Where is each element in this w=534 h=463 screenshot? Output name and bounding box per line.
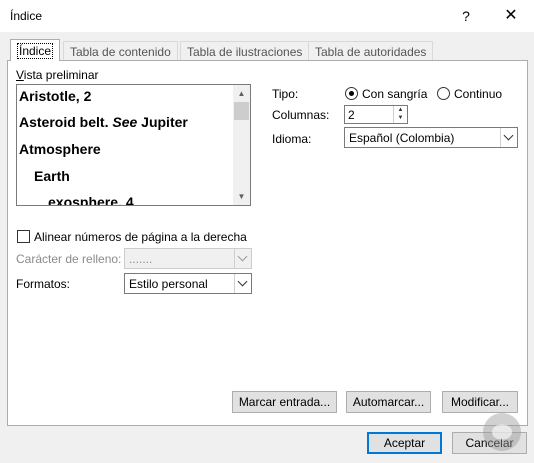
spin-up-icon[interactable]: ▲ (394, 106, 407, 114)
preview-entry-asteroid-text: Asteroid belt. (19, 114, 113, 130)
preview-label: Vista preliminar (16, 68, 99, 82)
preview-entry-asteroid-belt: Asteroid belt. See Jupiter (19, 114, 188, 130)
radio-continuo[interactable] (437, 87, 450, 100)
title-bar (0, 0, 534, 32)
preview-scrollbar[interactable]: ▲ ▼ (233, 85, 250, 205)
tab-tabla-de-ilustraciones[interactable]: Tabla de ilustraciones (180, 41, 310, 60)
chevron-down-icon (237, 276, 248, 287)
columnas-label: Columnas: (272, 108, 330, 122)
fill-char-label: Carácter de relleno: (16, 252, 122, 266)
preview-entry-exosphere: exosphere, 4 (48, 194, 134, 206)
preview-label-accel: V (16, 68, 24, 82)
fill-char-value: ....... (129, 252, 153, 266)
preview-entry-jupiter: Jupiter (137, 114, 188, 130)
tab-indice[interactable]: Índice (10, 39, 61, 61)
close-button[interactable]: ✕ (500, 6, 522, 26)
fill-char-dropdown-button[interactable] (234, 249, 251, 268)
align-page-numbers-label: Alinear números de página a la derecha (34, 230, 247, 244)
tab-indice-label: Índice (17, 43, 54, 59)
preview-entry-earth: Earth (34, 168, 70, 184)
columnas-value: 2 (348, 108, 355, 122)
scroll-up-arrow-icon[interactable]: ▲ (233, 85, 250, 102)
automark-button[interactable]: Automarcar... (346, 391, 431, 413)
scroll-down-arrow-icon[interactable]: ▼ (233, 188, 250, 205)
idioma-select[interactable]: Español (Colombia) (344, 127, 518, 148)
preview-entry-aristotle: Aristotle, 2 (19, 88, 92, 104)
preview-entry-see: See (112, 114, 138, 130)
radio-continuo-label: Continuo (454, 87, 503, 101)
radio-con-sangria-label: Con sangría (362, 87, 428, 101)
columnas-spinner[interactable]: 2 ▲ ▼ (344, 105, 408, 124)
window-title: Índice (10, 9, 43, 23)
chevron-down-icon (237, 251, 248, 262)
mark-entry-button[interactable]: Marcar entrada... (232, 391, 337, 413)
accept-button[interactable]: Aceptar (367, 432, 442, 454)
columnas-spin-buttons[interactable]: ▲ ▼ (393, 106, 407, 123)
tipo-label: Tipo: (272, 87, 299, 101)
help-button[interactable]: ? (456, 6, 476, 26)
fill-char-select[interactable]: ....... (124, 248, 252, 269)
spin-down-icon[interactable]: ▼ (394, 114, 407, 122)
idioma-dropdown-button[interactable] (500, 128, 517, 147)
formats-dropdown-button[interactable] (234, 274, 251, 293)
formats-select[interactable]: Estilo personal (124, 273, 252, 294)
idioma-label: Idioma: (272, 132, 312, 146)
preview-entry-atmosphere: Atmosphere (19, 141, 101, 157)
scroll-thumb[interactable] (234, 102, 249, 120)
formats-label: Formatos: (16, 277, 71, 291)
print-preview-box: Aristotle, 2 Asteroid belt. See Jupiter … (16, 84, 251, 206)
formats-value: Estilo personal (129, 277, 208, 291)
tab-tabla-de-contenido[interactable]: Tabla de contenido (63, 41, 178, 60)
watermark-logo-icon (483, 413, 521, 451)
chevron-down-icon (503, 130, 514, 141)
radio-con-sangria[interactable] (345, 87, 358, 100)
tab-tabla-de-autoridades[interactable]: Tabla de autoridades (308, 41, 434, 60)
align-page-numbers-checkbox[interactable] (17, 230, 30, 243)
preview-label-text: ista preliminar (23, 68, 99, 82)
idioma-value: Español (Colombia) (349, 131, 455, 145)
